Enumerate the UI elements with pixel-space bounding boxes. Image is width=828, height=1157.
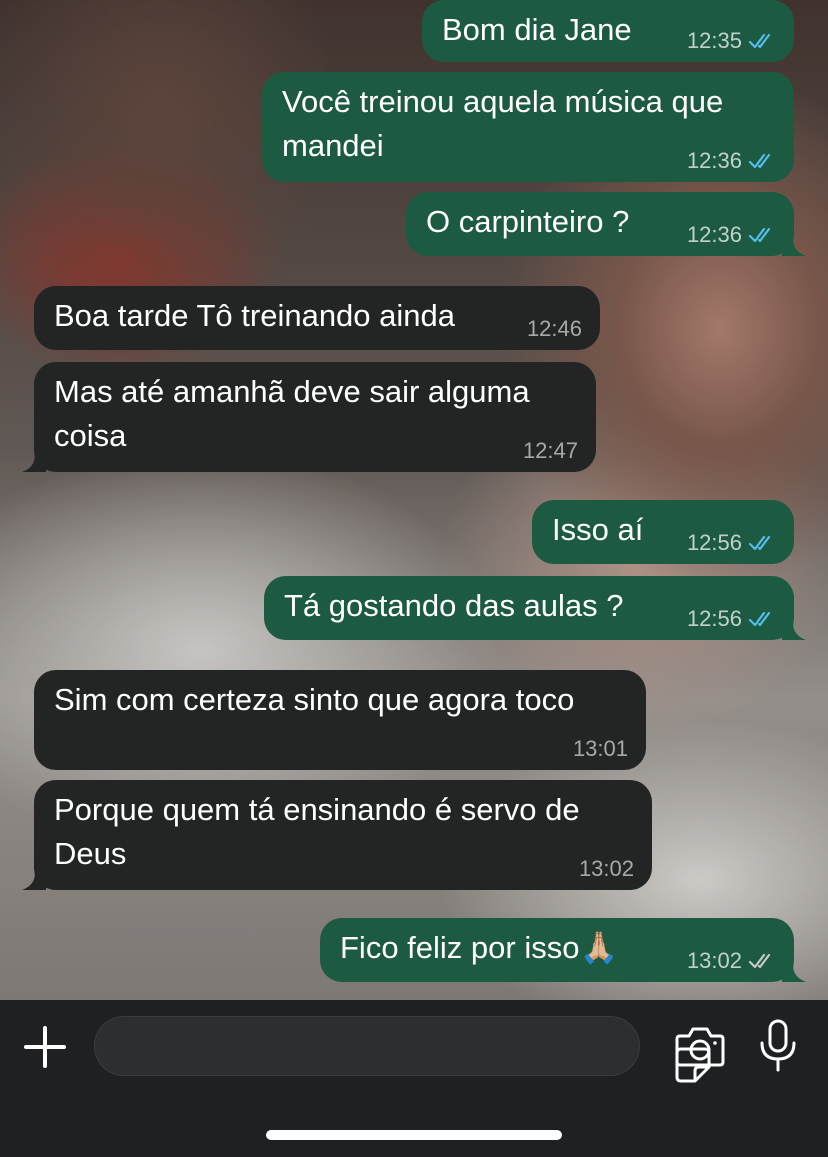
plus-icon[interactable] bbox=[22, 1024, 68, 1070]
message-text: Mas até amanhã deve sair alguma coisa bbox=[54, 374, 530, 453]
message-time: 12:56 bbox=[686, 530, 742, 555]
message-meta: 12:56 bbox=[687, 530, 776, 556]
message-time: 13:02 bbox=[578, 856, 634, 881]
double-check-read-icon bbox=[748, 535, 771, 551]
message-meta: 13:02 bbox=[687, 948, 776, 974]
bubble-tail bbox=[782, 960, 806, 982]
message-time: 12:47 bbox=[522, 438, 578, 463]
message-bubble-incoming[interactable]: Boa tarde Tô treinando ainda 12:46 bbox=[34, 286, 600, 350]
message-time: 13:02 bbox=[686, 948, 742, 973]
message-bubble-outgoing[interactable]: Fico feliz por isso🙏🏼 13:02 bbox=[320, 918, 806, 982]
camera-icon[interactable] bbox=[674, 1024, 726, 1070]
bubble-tail bbox=[782, 234, 806, 256]
message-time: 12:35 bbox=[686, 28, 742, 53]
message-time: 12:56 bbox=[686, 606, 742, 631]
message-time: 12:36 bbox=[686, 148, 742, 173]
message-composer bbox=[0, 1000, 828, 1157]
double-check-read-icon bbox=[748, 33, 771, 49]
double-check-read-icon bbox=[748, 153, 771, 169]
message-meta: 12:35 bbox=[687, 28, 776, 54]
message-text: Porque quem tá ensinando é servo de Deus bbox=[54, 792, 580, 871]
message-bubble-outgoing[interactable]: Isso aí 12:56 bbox=[532, 500, 794, 564]
message-list[interactable]: Bom dia Jane 12:35 Você treinou aquela m… bbox=[0, 0, 828, 1000]
message-bubble-outgoing[interactable]: Você treinou aquela música que mandei 12… bbox=[262, 72, 794, 182]
message-meta: 12:36 bbox=[687, 148, 776, 174]
message-time: 13:01 bbox=[572, 736, 628, 761]
message-meta: 12:46 bbox=[527, 316, 582, 342]
double-check-read-icon bbox=[748, 611, 771, 627]
home-indicator bbox=[266, 1130, 562, 1140]
message-text: Sim com certeza sinto que agora toco bbox=[54, 682, 575, 717]
bubble-tail bbox=[22, 450, 46, 472]
message-text: Boa tarde Tô treinando ainda bbox=[54, 298, 456, 333]
bubble-tail bbox=[782, 618, 806, 640]
message-time: 12:36 bbox=[686, 222, 742, 247]
message-meta: 13:02 bbox=[579, 856, 634, 882]
message-input[interactable] bbox=[94, 1016, 711, 1083]
message-meta: 12:36 bbox=[687, 222, 776, 248]
double-check-delivered-icon bbox=[748, 953, 771, 969]
message-meta: 12:56 bbox=[687, 606, 776, 632]
message-time: 12:46 bbox=[526, 316, 582, 341]
message-bubble-incoming[interactable]: Porque quem tá ensinando é servo de Deus… bbox=[22, 780, 652, 890]
double-check-read-icon bbox=[748, 227, 771, 243]
message-bubble-incoming[interactable]: Mas até amanhã deve sair alguma coisa 12… bbox=[22, 362, 596, 472]
microphone-icon[interactable] bbox=[756, 1018, 800, 1074]
message-bubble-incoming[interactable]: Sim com certeza sinto que agora toco 13:… bbox=[34, 670, 646, 770]
bubble-tail bbox=[22, 868, 46, 890]
message-meta: 12:47 bbox=[523, 438, 578, 464]
message-bubble-outgoing[interactable]: O carpinteiro ? 12:36 bbox=[406, 192, 806, 256]
message-meta: 13:01 bbox=[573, 736, 628, 762]
message-bubble-outgoing[interactable]: Bom dia Jane 12:35 bbox=[422, 0, 794, 62]
message-bubble-outgoing[interactable]: Tá gostando das aulas ? 12:56 bbox=[264, 576, 806, 640]
